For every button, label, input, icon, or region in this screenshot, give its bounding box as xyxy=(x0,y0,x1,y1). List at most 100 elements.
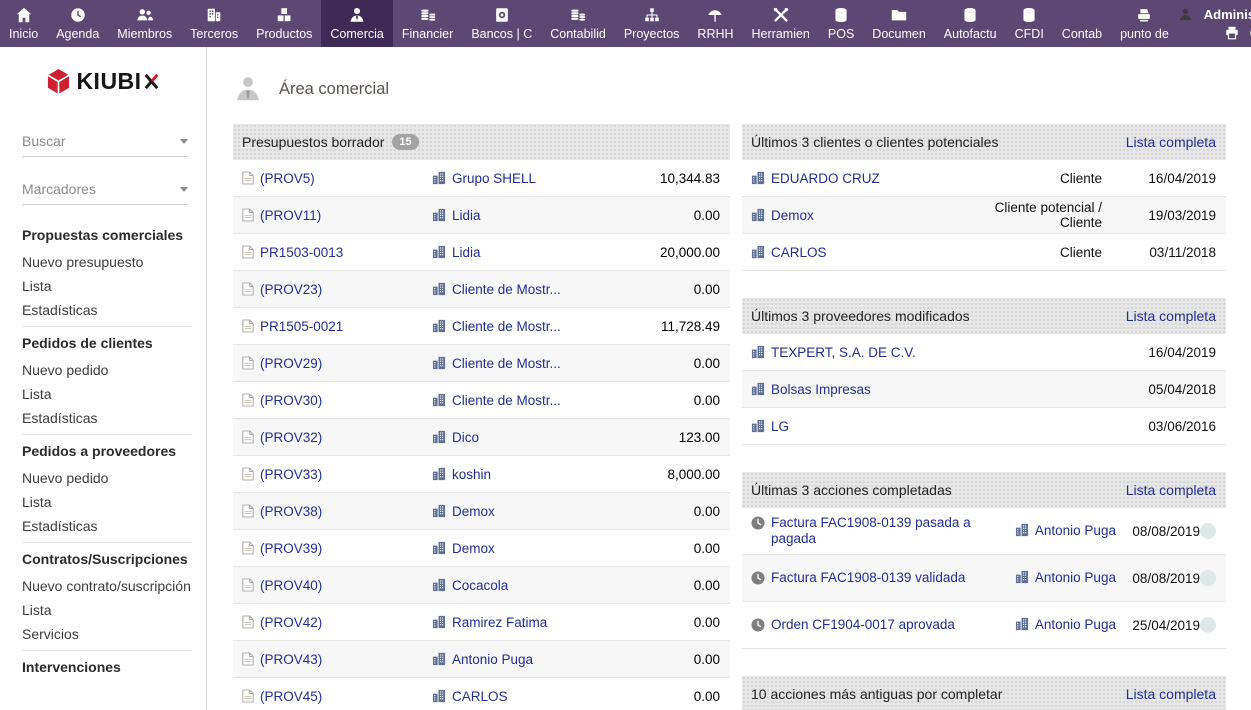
proposal-ref-link[interactable]: (PROV30) xyxy=(260,393,322,408)
nav-item-productos[interactable]: Productos xyxy=(247,0,321,47)
doc-icon xyxy=(242,356,254,370)
thirdparty-link[interactable]: Dico xyxy=(452,430,479,445)
full-list-link[interactable]: Lista completa xyxy=(1126,134,1216,150)
thirdparty-link[interactable]: Lidia xyxy=(452,208,481,223)
sidebar-item-lista[interactable]: Lista xyxy=(22,278,206,294)
nav-item-autofactu[interactable]: Autofactu xyxy=(935,0,1006,47)
nav-item-miembros[interactable]: Miembros xyxy=(108,0,181,47)
proposal-ref-link[interactable]: (PROV11) xyxy=(260,208,321,223)
nav-item-agenda[interactable]: Agenda xyxy=(47,0,108,47)
sidebar-item-lista[interactable]: Lista xyxy=(22,602,206,618)
nav-item-cfdi[interactable]: CFDI xyxy=(1006,0,1053,47)
nav-item-proyectos[interactable]: Proyectos xyxy=(615,0,689,47)
sidebar-item-nuevo-pedido[interactable]: Nuevo pedido xyxy=(22,470,206,486)
nav-item-label: Bancos | C xyxy=(471,27,532,41)
thirdparty-link[interactable]: Cliente de Mostr... xyxy=(452,282,561,297)
printer-icon[interactable] xyxy=(1224,25,1240,41)
user-menu[interactable]: Administrac... xyxy=(1178,7,1251,22)
proposal-ref-link[interactable]: (PROV23) xyxy=(260,282,322,297)
thirdparty-link[interactable]: koshin xyxy=(452,467,491,482)
proposal-ref-link[interactable]: (PROV43) xyxy=(260,652,322,667)
top-navbar: InicioAgendaMiembrosTercerosProductos Com… xyxy=(0,0,1251,47)
full-list-link[interactable]: Lista completa xyxy=(1126,686,1216,702)
nav-item-inicio[interactable]: Inicio xyxy=(0,0,47,47)
sidebar-item-nuevo-pedido[interactable]: Nuevo pedido xyxy=(22,362,206,378)
proposal-ref-link[interactable]: (PROV38) xyxy=(260,504,322,519)
proposal-ref-link[interactable]: PR1505-0021 xyxy=(260,319,343,334)
proposal-ref-link[interactable]: (PROV5) xyxy=(260,171,315,186)
supplier-link[interactable]: TEXPERT, S.A. DE C.V. xyxy=(771,345,916,360)
sidebar-item-lista[interactable]: Lista xyxy=(22,386,206,402)
nav-item-contab[interactable]: Contab xyxy=(1053,0,1111,47)
nav-item-bancos-c[interactable]: Bancos | C xyxy=(462,0,541,47)
nav-item-terceros[interactable]: Terceros xyxy=(181,0,247,47)
modified-date: 19/03/2019 xyxy=(1128,208,1216,223)
nav-item-herramien[interactable]: Herramien xyxy=(743,0,819,47)
action-user-link[interactable]: Antonio Puga xyxy=(1035,617,1116,633)
doc-icon xyxy=(242,504,254,518)
thirdparty-link[interactable]: Cliente de Mostr... xyxy=(452,393,561,408)
thirdparty-link[interactable]: Ramirez Fatima xyxy=(452,615,547,630)
thirdparty-cell: Cliente de Mostr... xyxy=(432,319,610,334)
thirdparty-cell: Demox xyxy=(432,504,610,519)
action-cell: Factura FAC1908-0139 pasada a pagada xyxy=(751,515,1015,548)
sidebar-item-lista[interactable]: Lista xyxy=(22,494,206,510)
thirdparty-link[interactable]: Demox xyxy=(452,541,495,556)
nav-item-label: Comercia xyxy=(330,27,384,41)
proposal-ref-cell: (PROV30) xyxy=(242,393,432,408)
customer-link[interactable]: CARLOS xyxy=(771,245,827,260)
thirdparty-link[interactable]: Cliente de Mostr... xyxy=(452,319,561,334)
search-select[interactable]: Buscar xyxy=(22,125,188,157)
thirdparty-link[interactable]: CARLOS xyxy=(452,689,508,704)
panel-title: 10 acciones más antiguas por completar xyxy=(751,686,1002,702)
proposal-ref-cell: (PROV32) xyxy=(242,430,432,445)
doc-icon xyxy=(242,282,254,296)
proposal-ref-link[interactable]: (PROV45) xyxy=(260,689,322,704)
sidebar-item-nuevo-presupuesto[interactable]: Nuevo presupuesto xyxy=(22,254,206,270)
proposal-ref-link[interactable]: PR1503-0013 xyxy=(260,245,343,260)
thirdparty-link[interactable]: Grupo SHELL xyxy=(452,171,536,186)
full-list-link[interactable]: Lista completa xyxy=(1126,308,1216,324)
table-row: Bolsas Impresas05/04/2018 xyxy=(742,371,1226,408)
thirdparty-link[interactable]: Antonio Puga xyxy=(452,652,533,667)
action-user-link[interactable]: Antonio Puga xyxy=(1035,523,1116,539)
supplier-link[interactable]: Bolsas Impresas xyxy=(771,382,871,397)
proposal-ref-link[interactable]: (PROV39) xyxy=(260,541,322,556)
table-row: (PROV32) Dico 123.00 xyxy=(233,419,730,456)
sidebar-item-estad-sticas[interactable]: Estadísticas xyxy=(22,302,206,318)
thirdparty-cell: Lidia xyxy=(432,208,610,223)
action-user-link[interactable]: Antonio Puga xyxy=(1035,570,1116,586)
amount-cell: 123.00 xyxy=(610,430,720,445)
nav-item-contabilid[interactable]: Contabilid xyxy=(541,0,615,47)
action-link[interactable]: Factura FAC1908-0139 validada xyxy=(771,570,965,586)
sidebar-item-estad-sticas[interactable]: Estadísticas xyxy=(22,518,206,534)
nav-item-documen[interactable]: Documen xyxy=(863,0,935,47)
proposal-ref-link[interactable]: (PROV29) xyxy=(260,356,322,371)
supplier-link[interactable]: LG xyxy=(771,419,789,434)
nav-item-rrhh[interactable]: RRHH xyxy=(688,0,742,47)
done-actions-rows: Factura FAC1908-0139 pasada a pagada Anto… xyxy=(742,508,1226,649)
thirdparty-link[interactable]: Lidia xyxy=(452,245,481,260)
thirdparty-link[interactable]: Cliente de Mostr... xyxy=(452,356,561,371)
proposal-ref-link[interactable]: (PROV32) xyxy=(260,430,322,445)
nav-item-comercia[interactable]: Comercia xyxy=(321,0,393,47)
proposal-ref-link[interactable]: (PROV42) xyxy=(260,615,322,630)
proposal-ref-link[interactable]: (PROV40) xyxy=(260,578,322,593)
nav-item-punto-de[interactable]: punto de xyxy=(1111,0,1178,47)
bookmarks-select[interactable]: Marcadores xyxy=(22,173,188,205)
thirdparty-link[interactable]: Demox xyxy=(452,504,495,519)
customer-link[interactable]: EDUARDO CRUZ xyxy=(771,171,880,186)
nav-item-financier[interactable]: Financier xyxy=(393,0,462,47)
proposal-ref-link[interactable]: (PROV33) xyxy=(260,467,322,482)
thirdparty-link[interactable]: Cocacola xyxy=(452,578,508,593)
nav-item-pos[interactable]: POS xyxy=(819,0,863,47)
thirdparty-cell: Antonio Puga xyxy=(432,652,610,667)
customer-link[interactable]: Demox xyxy=(771,208,814,223)
action-link[interactable]: Factura FAC1908-0139 pasada a pagada xyxy=(771,515,1015,548)
sidebar-item-servicios[interactable]: Servicios xyxy=(22,626,206,642)
full-list-link[interactable]: Lista completa xyxy=(1126,482,1216,498)
action-link[interactable]: Orden CF1904-0017 aprovada xyxy=(771,617,955,633)
sidebar-item-nuevo-contrato-suscripci-n[interactable]: Nuevo contrato/suscripción xyxy=(22,578,206,594)
sidebar-item-estad-sticas[interactable]: Estadísticas xyxy=(22,410,206,426)
tools-icon xyxy=(772,5,790,24)
